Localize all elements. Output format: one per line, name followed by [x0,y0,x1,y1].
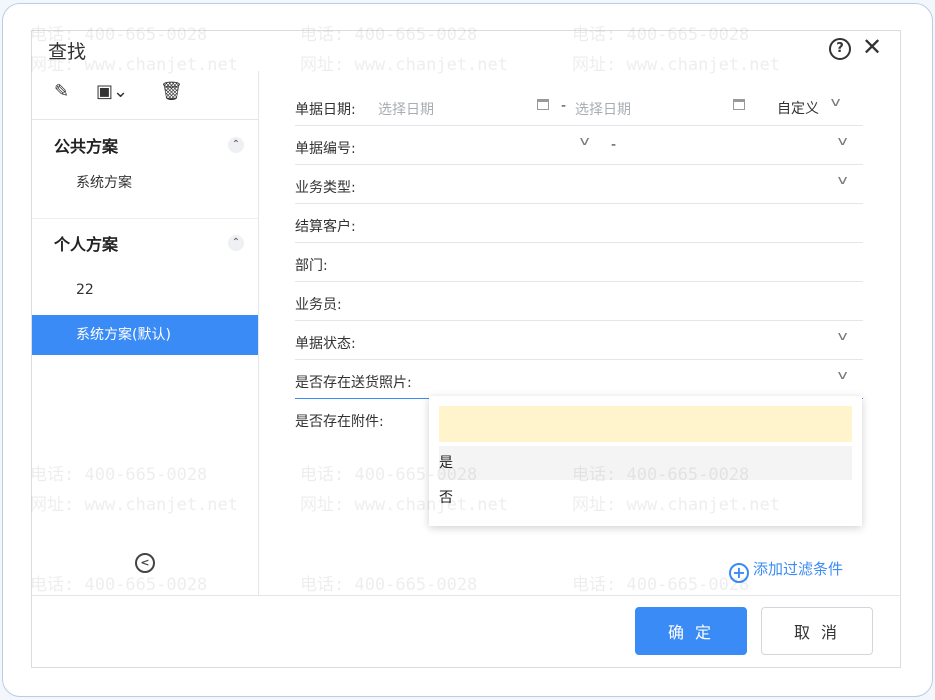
number-separator: - [611,137,617,153]
chevron-down-icon[interactable]: v [580,134,590,148]
filter-row-biz-type[interactable]: 业务类型: v [295,165,863,204]
chevron-down-icon[interactable]: v [838,368,848,382]
watermark-site: 网址: www.chanjet.net [572,495,780,515]
edit-icon[interactable]: ✎ [54,81,69,102]
watermark-phone: 电话: 400-665-0028 [30,465,208,485]
watermark-phone: 电话: 400-665-0028 [572,25,750,45]
chevron-down-icon[interactable]: v [838,134,848,148]
footer-divider [32,595,900,596]
chevron-down-icon[interactable]: v [831,95,841,109]
scheme-item-label: 系统方案(默认) [76,327,171,343]
filter-row-status[interactable]: 单据状态: v [295,321,863,360]
date-separator: - [561,98,567,114]
customer-label: 结算客户: [295,219,356,235]
scheme-sidebar: ✎ ▣⌄ 🗑 公共方案 ⌃ 系统方案 个人方案 ⌃ 22 系统方案(默认) < [32,71,259,595]
chevron-up-icon[interactable]: ⌃ [228,235,244,251]
watermark-site: 网址: www.chanjet.net [300,55,508,75]
dropdown-search-input[interactable] [439,406,852,442]
watermark-phone: 电话: 400-665-0028 [572,465,750,485]
watermark-phone: 电话: 400-665-0028 [300,465,478,485]
section-public-schemes: 公共方案 [54,137,119,156]
filter-row-dept[interactable]: 部门: [295,243,863,282]
filter-row-delivery-photo[interactable]: 是否存在送货照片: v [295,360,863,399]
chevron-down-icon[interactable]: v [838,329,848,343]
number-label: 单据编号: [295,141,356,157]
start-date-input[interactable]: 选择日期 [378,99,434,119]
scheme-item-label: 22 [76,282,94,298]
date-range-select[interactable]: 自定义 [777,98,819,118]
delivery-photo-label: 是否存在送货照片: [295,375,412,391]
watermark-site: 网址: www.chanjet.net [30,495,238,515]
status-label: 单据状态: [295,336,356,352]
calendar-icon[interactable] [537,99,549,110]
confirm-button[interactable]: 确 定 [635,607,747,655]
chevron-up-icon[interactable]: ⌃ [228,137,244,153]
scheme-toolbar: ✎ ▣⌄ 🗑 [32,71,258,120]
calendar-icon[interactable] [733,99,745,110]
watermark-phone: 电话: 400-665-0028 [572,575,750,595]
section-personal-schemes: 个人方案 [54,235,119,254]
watermark-phone: 电话: 400-665-0028 [300,25,478,45]
scheme-item-label: 系统方案 [76,175,132,191]
close-icon[interactable]: ✕ [862,33,882,61]
watermark-phone: 电话: 400-665-0028 [300,575,478,595]
salesman-label: 业务员: [295,297,342,313]
question-circle-icon[interactable]: ? [829,38,851,60]
watermark-phone: 电话: 400-665-0028 [30,25,208,45]
filter-row-number: 单据编号: v - v [295,126,863,165]
cancel-button[interactable]: 取 消 [761,607,873,655]
watermark-phone: 电话: 400-665-0028 [30,575,208,595]
scheme-item-22[interactable]: 22 [32,270,258,310]
watermark-site: 网址: www.chanjet.net [300,495,508,515]
chevron-down-icon[interactable]: v [838,173,848,187]
add-filter-label: 添加过滤条件 [753,560,844,578]
watermark-site: 网址: www.chanjet.net [30,55,238,75]
date-label: 单据日期: [295,102,356,118]
save-icon[interactable]: ▣⌄ [96,81,128,102]
attachment-label: 是否存在附件: [295,414,384,430]
section-divider [32,218,258,219]
scheme-item-system[interactable]: 系统方案 [32,163,258,203]
filter-row-salesman[interactable]: 业务员: [295,282,863,321]
end-date-input[interactable]: 选择日期 [575,99,631,119]
filter-row-date: 单据日期: 选择日期 - 选择日期 自定义 v [295,87,863,126]
scheme-item-system-default[interactable]: 系统方案(默认) [32,315,258,355]
delete-icon[interactable]: 🗑 [160,81,183,102]
biz-type-label: 业务类型: [295,180,356,196]
watermark-site: 网址: www.chanjet.net [572,55,780,75]
filter-row-customer[interactable]: 结算客户: [295,204,863,243]
dept-label: 部门: [295,258,328,274]
